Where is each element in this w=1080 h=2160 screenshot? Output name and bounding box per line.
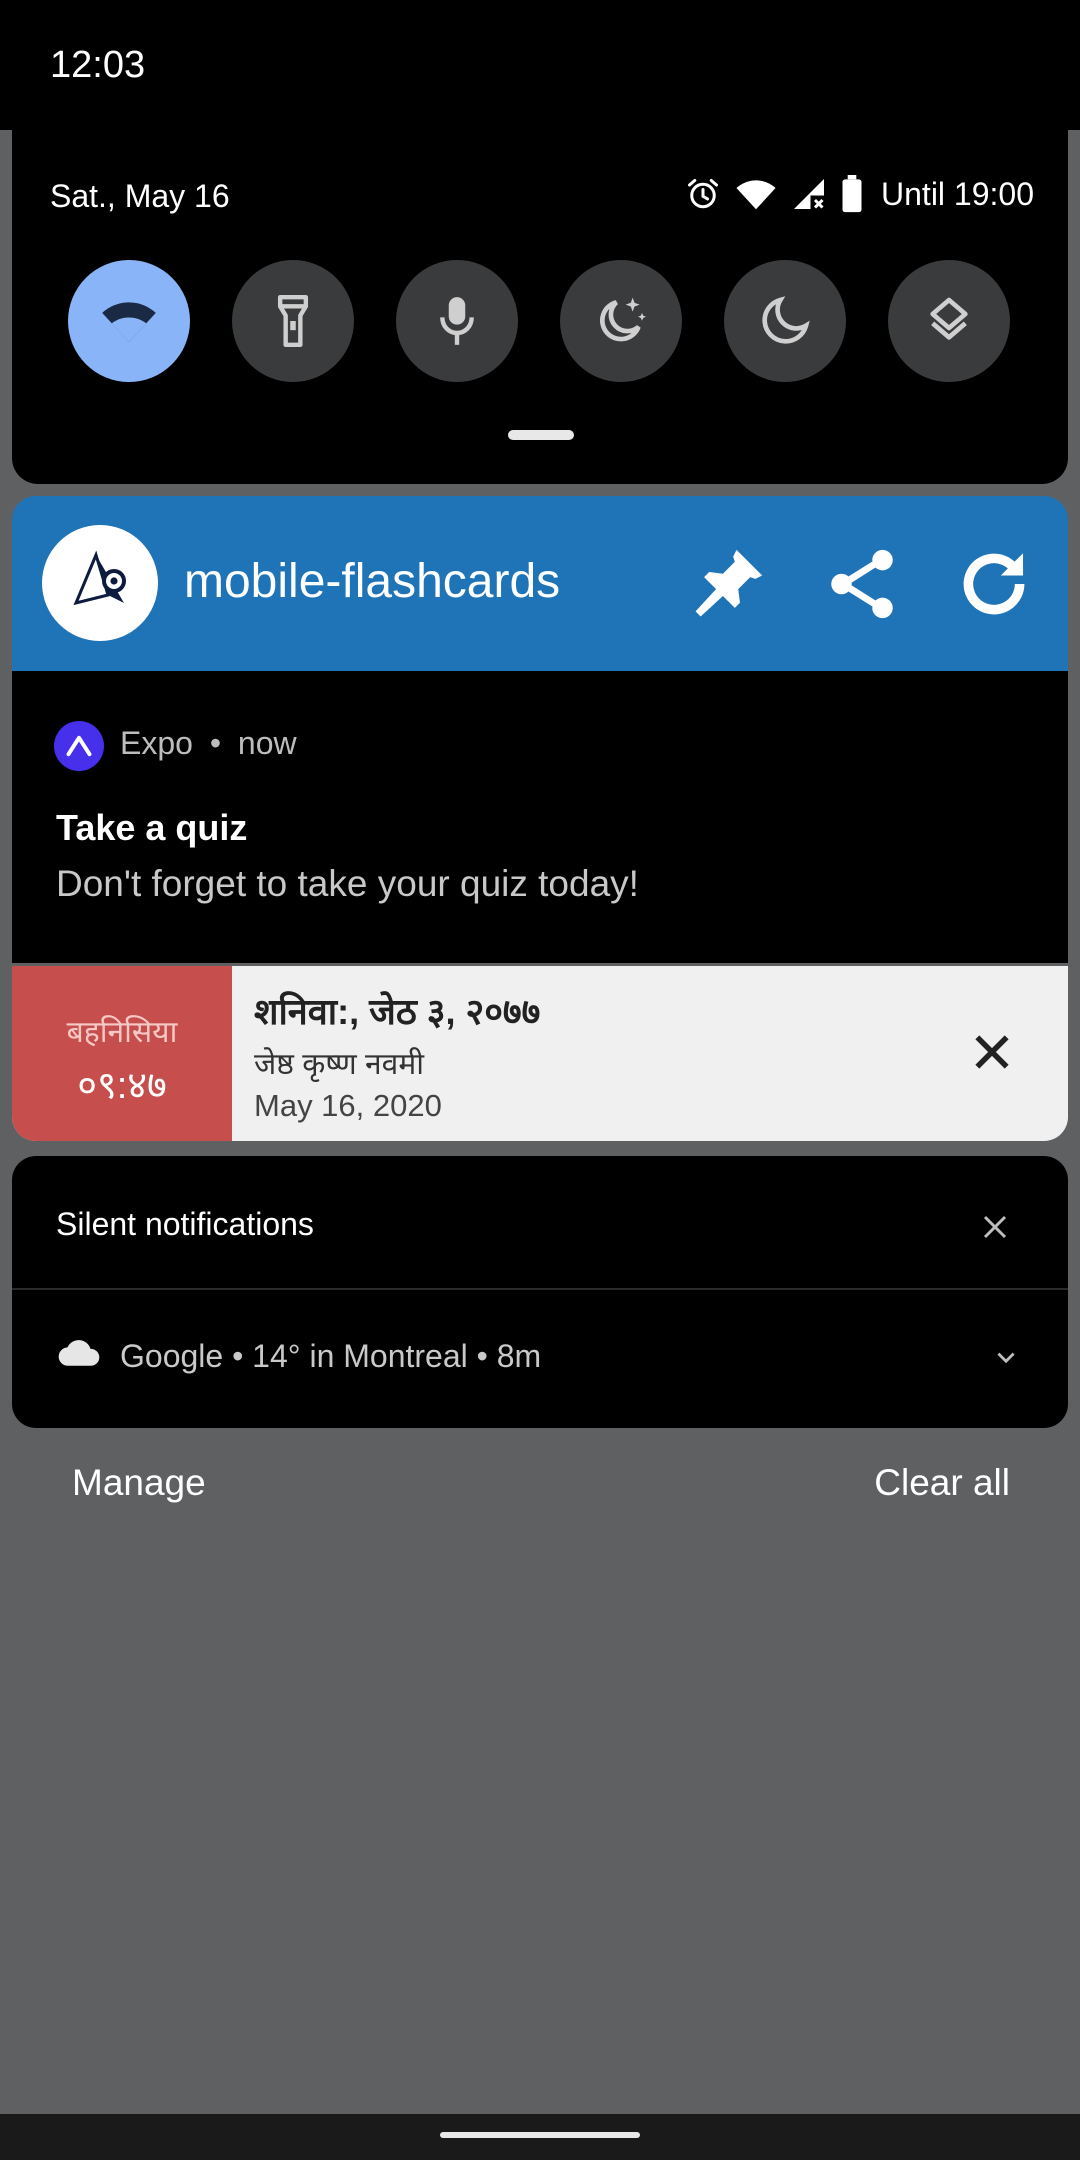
expand-button[interactable] [986, 1338, 1026, 1378]
share-icon [831, 549, 893, 619]
expo-notification[interactable]: Expo • now Take a quiz Don't forget to t… [12, 671, 1068, 963]
battery-icon [842, 175, 862, 213]
expo-notification-header: Expo • now [120, 725, 297, 762]
calendar-nepali-date: शनिवा:, जेठ ३, २०७७ [254, 991, 541, 1032]
home-gesture-bar[interactable] [440, 2132, 640, 2138]
wifi-icon [736, 180, 776, 210]
manage-button[interactable]: Manage [72, 1462, 206, 1504]
cloud-icon [58, 1340, 100, 1366]
weather-notification-text: Google • 14° in Montreal • 8m [120, 1338, 542, 1374]
calendar-side-panel: बहनिसिया ०९:४७ [12, 966, 232, 1141]
calendar-day-label: बहनिसिया [66, 1016, 178, 1049]
tile-microphone[interactable] [396, 260, 518, 382]
tile-night-light[interactable] [560, 260, 682, 382]
calendar-notification[interactable]: बहनिसिया ०९:४७ शनिवा:, जेठ ३, २०७७ जेष्ठ… [12, 966, 1068, 1141]
night-light-icon [599, 297, 646, 342]
tile-dark-theme[interactable] [724, 260, 846, 382]
expo-app-icon [54, 721, 104, 771]
silent-notifications-card: Silent notifications Google • 14° in Mon… [12, 1156, 1068, 1428]
moon-icon [762, 296, 810, 344]
refresh-icon [963, 553, 1025, 615]
rotate-icon [930, 297, 968, 340]
expo-notification-title: Take a quiz [56, 807, 248, 848]
refresh-button[interactable] [946, 536, 1042, 632]
close-icon [983, 1215, 1007, 1239]
pin-icon [695, 549, 763, 617]
share-button[interactable] [814, 536, 910, 632]
calendar-gregorian-date: May 16, 2020 [254, 1088, 442, 1123]
expo-notification-text: Don't forget to take your quiz today! [56, 863, 639, 904]
wifi-icon [102, 302, 156, 342]
app-notification-title: mobile-flashcards [184, 555, 561, 608]
status-icons: Until 19:00 [685, 172, 1034, 216]
close-icon [975, 1035, 1009, 1069]
quick-settings-panel: Sat., May 16 Until 19:00 [12, 128, 1068, 484]
flashlight-icon [277, 294, 309, 348]
tile-flashlight[interactable] [232, 260, 354, 382]
silent-dismiss-button[interactable] [960, 1192, 1030, 1262]
weather-notification[interactable]: Google • 14° in Montreal • 8m [12, 1290, 1068, 1428]
calendar-tithi: जेष्ठ कृष्ण नवमी [254, 1048, 425, 1081]
cell-signal-off-icon [794, 179, 825, 209]
expand-handle[interactable] [508, 430, 574, 440]
tile-wifi[interactable] [68, 260, 190, 382]
quick-settings-date[interactable]: Sat., May 16 [50, 178, 230, 215]
quick-settings-tiles [68, 260, 1028, 382]
expo-notification-time: now [237, 725, 297, 761]
chevron-down-icon [997, 1352, 1015, 1364]
expo-app-name: Expo [120, 725, 193, 761]
status-bar: 12:03 [0, 0, 1080, 130]
status-time: 12:03 [50, 44, 146, 86]
microphone-icon [440, 297, 474, 345]
header-separator: • [209, 725, 222, 761]
pin-button[interactable] [680, 536, 776, 632]
app-notification[interactable]: mobile-flashcards [12, 496, 1068, 671]
calendar-clock: ०९:४७ [77, 1065, 167, 1107]
calendar-close-button[interactable] [952, 1012, 1032, 1092]
notification-shade: 12:03 Sat., May 16 Until 19:00 mobile-fl… [0, 0, 1080, 2160]
tile-auto-rotate[interactable] [888, 260, 1010, 382]
navigation-bar [0, 2114, 1080, 2160]
expo-logo-icon [66, 735, 92, 757]
alarm-icon [688, 179, 719, 209]
app-logo [42, 525, 158, 641]
clear-all-button[interactable]: Clear all [874, 1462, 1010, 1504]
silent-notifications-header: Silent notifications [56, 1206, 314, 1242]
app-logo-icon [73, 550, 126, 606]
battery-label: Until 19:00 [881, 175, 1034, 212]
